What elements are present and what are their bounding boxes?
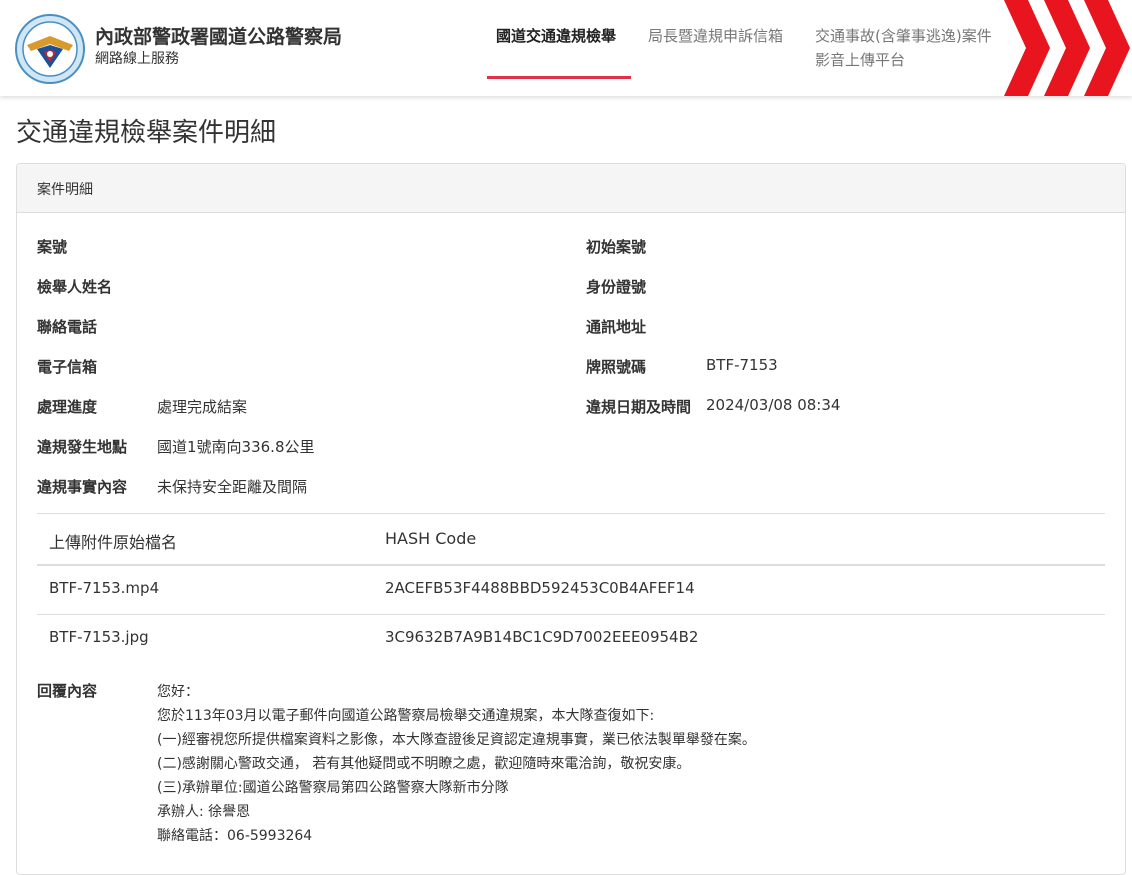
police-emblem-logo[interactable] xyxy=(15,14,85,84)
attachment-hash: 3C9632B7A9B14BC1C9D7002EEE0954B2 xyxy=(385,628,699,646)
id-number-label: 身份證號 xyxy=(586,278,647,296)
email-label: 電子信箱 xyxy=(37,358,98,376)
progress-label: 處理進度 xyxy=(37,398,98,416)
violation-datetime-value: 2024/03/08 08:34 xyxy=(706,396,841,414)
brand-chevron-decoration xyxy=(1004,0,1130,96)
reply-line: (二)感謝關心警政交通， 若有其他疑問或不明瞭之處，歡迎隨時來電洽詢，敬祝安康。 xyxy=(157,756,691,772)
attachments-table-header: 上傳附件原始檔名 HASH Code xyxy=(37,513,1105,566)
nav-accident-video-upload-line1: 交通事故(含肇事逃逸)案件 xyxy=(815,27,992,45)
mailing-address-label: 通訊地址 xyxy=(586,318,647,336)
reply-content-label: 回覆內容 xyxy=(37,682,98,700)
nav-traffic-violation-report[interactable]: 國道交通違規檢舉 xyxy=(496,24,616,48)
violation-location-value: 國道1號南向336.8公里 xyxy=(157,438,315,456)
attachment-filename: BTF-7153.mp4 xyxy=(49,579,160,597)
page-title: 交通違規檢舉案件明細 xyxy=(16,118,277,148)
org-subtitle: 網路線上服務 xyxy=(95,51,179,67)
nav-accident-video-upload[interactable]: 交通事故(含肇事逃逸)案件 影音上傳平台 xyxy=(815,24,992,72)
violation-location-label: 違規發生地點 xyxy=(37,438,128,456)
top-header: 內政部警政署國道公路警察局 網路線上服務 國道交通違規檢舉 局長暨違規申訴信箱 … xyxy=(0,0,1132,96)
panel-heading-text: 案件明細 xyxy=(37,182,93,198)
nav-director-complaint-mailbox[interactable]: 局長暨違規申訴信箱 xyxy=(648,24,783,48)
reply-line: (三)承辦單位:國道公路警察局第四公路警察大隊新市分隊 xyxy=(157,780,509,796)
hash-column-header: HASH Code xyxy=(385,529,477,548)
original-case-number-label: 初始案號 xyxy=(586,238,647,256)
reporter-name-label: 檢舉人姓名 xyxy=(37,278,113,296)
attachment-hash: 2ACEFB53F4488BBD592453C0B4AFEF14 xyxy=(385,579,695,597)
reply-content-text: 您好： 您於113年03月以電子郵件向國道公路警察局檢舉交通違規案，本大隊查復如… xyxy=(157,680,756,848)
reply-line: 聯絡電話：06-5993264 xyxy=(157,828,313,844)
reply-line: 您好： xyxy=(157,684,199,700)
progress-value: 處理完成結案 xyxy=(157,398,248,416)
reply-line: 承辦人: 徐譽恩 xyxy=(157,804,251,820)
filename-column-header: 上傳附件原始檔名 xyxy=(49,533,178,552)
attachment-filename: BTF-7153.jpg xyxy=(49,628,149,646)
org-name: 內政部警政署國道公路警察局 xyxy=(95,26,343,48)
reply-line: (一)經審視您所提供檔案資料之影像，本大隊查證後足資認定違規事實，業已依法製單舉… xyxy=(157,732,756,748)
plate-number-label: 牌照號碼 xyxy=(586,358,647,376)
violation-fact-value: 未保持安全距離及間隔 xyxy=(157,478,308,496)
violation-fact-label: 違規事實內容 xyxy=(37,478,128,496)
plate-number-value: BTF-7153 xyxy=(706,356,778,374)
active-tab-indicator xyxy=(487,76,631,79)
reply-line: 您於113年03月以電子郵件向國道公路警察局檢舉交通違規案，本大隊查復如下: xyxy=(157,708,655,724)
violation-datetime-label: 違規日期及時間 xyxy=(586,398,692,416)
panel-heading: 案件明細 xyxy=(17,164,1125,213)
table-row: BTF-7153.mp4 2ACEFB53F4488BBD592453C0B4A… xyxy=(37,565,1105,615)
contact-phone-label: 聯絡電話 xyxy=(37,318,98,336)
case-number-label: 案號 xyxy=(37,238,68,256)
nav-accident-video-upload-line2: 影音上傳平台 xyxy=(815,51,906,69)
table-row: BTF-7153.jpg 3C9632B7A9B14BC1C9D7002EEE0… xyxy=(37,614,1105,663)
